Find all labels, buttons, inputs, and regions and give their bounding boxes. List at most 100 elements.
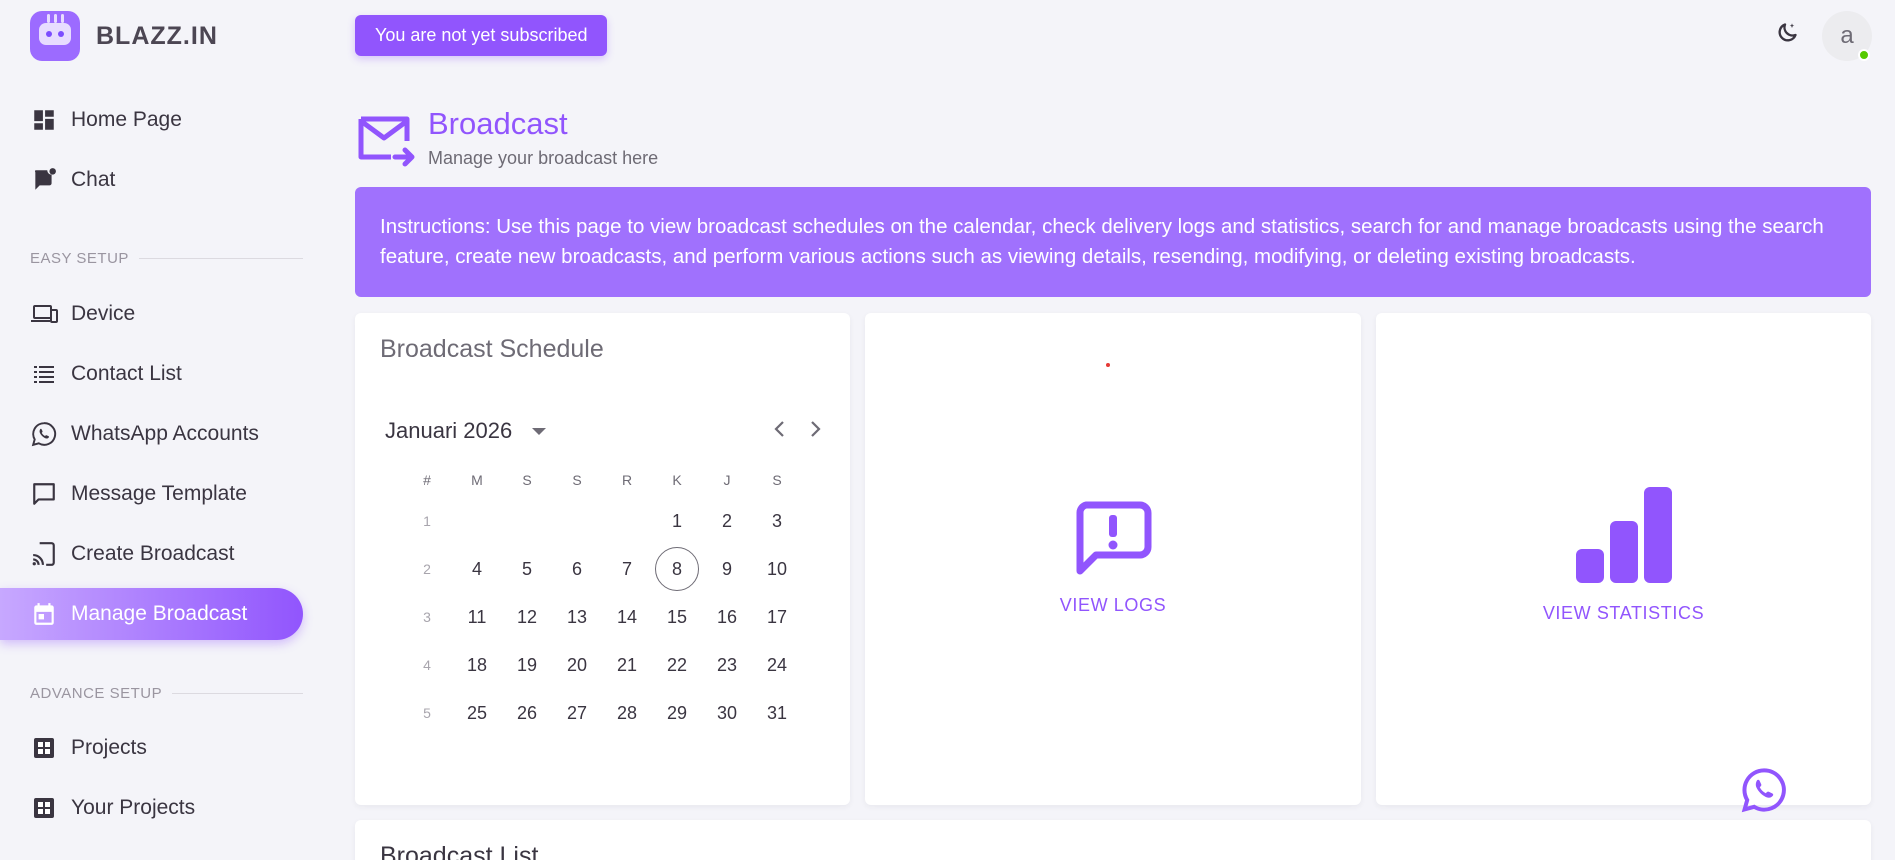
next-month-button[interactable] — [803, 417, 827, 441]
sidebar-item-label: Message Template — [71, 482, 247, 505]
weekday-header: R — [621, 472, 633, 488]
sidebar: BLAZZ.IN Home Page Chat EASY SETUP Devic… — [0, 0, 310, 860]
weekday-header: S — [522, 472, 532, 488]
calendar-day-label: 7 — [621, 558, 632, 579]
calendar-day[interactable]: 23 — [702, 655, 752, 676]
calendar-day[interactable]: 16 — [702, 607, 752, 628]
section-easy-setup: EASY SETUP — [30, 250, 303, 267]
calendar-day-label: 29 — [666, 702, 688, 723]
calendar-day-label: 13 — [566, 606, 588, 627]
calendar-day[interactable]: 17 — [752, 607, 802, 628]
calendar-day[interactable]: 12 — [502, 607, 552, 628]
sidebar-item-manage-broadcast[interactable]: Manage Broadcast — [0, 588, 303, 640]
theme-toggle-button[interactable] — [1770, 20, 1800, 50]
page-title: Broadcast — [428, 106, 568, 141]
sidebar-item-create-broadcast[interactable]: Create Broadcast — [0, 528, 303, 580]
calendar-week-row: 4 18 19 20 21 22 23 24 — [402, 641, 802, 689]
calendar-day[interactable]: 22 — [652, 655, 702, 676]
chevron-right-icon — [811, 421, 821, 437]
calendar-day[interactable]: 24 — [752, 655, 802, 676]
calendar-day-label: 23 — [716, 654, 738, 675]
calendar-week-row: 2 4 5 6 7 8 9 10 — [402, 545, 802, 593]
view-statistics-label: VIEW STATISTICS — [1542, 603, 1705, 623]
view-logs-label: VIEW LOGS — [1059, 595, 1167, 615]
week-number: 5 — [423, 705, 431, 721]
calendar-day-today[interactable]: 8 — [652, 547, 702, 591]
calendar-day-label: 1 — [671, 510, 682, 531]
sidebar-item-device[interactable]: Device — [0, 288, 303, 340]
calendar-day[interactable]: 6 — [552, 559, 602, 580]
instructions-banner: Instructions: Use this page to view broa… — [355, 187, 1871, 297]
view-logs-card[interactable]: VIEW LOGS — [865, 313, 1361, 805]
bar-chart-icon — [1575, 487, 1672, 583]
calendar-day-label: 16 — [716, 606, 738, 627]
sidebar-item-label: Chat — [71, 168, 116, 191]
calendar-day-label: 15 — [666, 606, 688, 627]
calendar-day[interactable]: 3 — [752, 511, 802, 532]
calendar-day-label: 27 — [566, 702, 588, 723]
week-number: 2 — [423, 561, 431, 577]
page-subtitle: Manage your broadcast here — [428, 148, 659, 168]
subscription-notice[interactable]: You are not yet subscribed — [355, 15, 608, 56]
calendar-day[interactable]: 21 — [602, 655, 652, 676]
calendar-week-row: 5 25 26 27 28 29 30 31 — [402, 689, 802, 737]
sidebar-item-message-template[interactable]: Message Template — [0, 468, 303, 520]
calendar-day[interactable]: 15 — [652, 607, 702, 628]
view-statistics-card[interactable]: VIEW STATISTICS — [1376, 313, 1871, 805]
indicator-dot — [1106, 363, 1110, 367]
calendar-day[interactable]: 4 — [452, 559, 502, 580]
sidebar-item-home[interactable]: Home Page — [0, 94, 303, 146]
calendar-day[interactable]: 13 — [552, 607, 602, 628]
calendar-day[interactable]: 11 — [452, 607, 502, 628]
month-select[interactable]: Januari 2026 — [385, 418, 547, 444]
view-statistics-button[interactable]: VIEW STATISTICS — [1376, 485, 1871, 624]
whatsapp-icon — [30, 420, 58, 448]
calendar-day[interactable]: 30 — [702, 703, 752, 724]
weekday-header: S — [572, 472, 582, 488]
calendar-day[interactable]: 5 — [502, 559, 552, 580]
sidebar-item-projects[interactable]: Projects — [0, 722, 303, 774]
calendar-day-label: 9 — [721, 558, 732, 579]
sidebar-item-your-projects[interactable]: Your Projects — [0, 782, 303, 834]
grid-icon — [30, 794, 58, 822]
app-logo[interactable]: BLAZZ.IN — [30, 11, 218, 61]
whatsapp-float-button[interactable] — [1740, 766, 1788, 814]
calendar-day[interactable]: 7 — [602, 559, 652, 580]
weekday-header: S — [772, 472, 782, 488]
sidebar-item-chat[interactable]: Chat — [0, 154, 303, 206]
calendar-day[interactable]: 27 — [552, 703, 602, 724]
weekday-header: K — [672, 472, 682, 488]
sidebar-item-contact-list[interactable]: Contact List — [0, 348, 303, 400]
email-send-icon — [357, 115, 415, 167]
view-logs-button[interactable]: VIEW LOGS — [865, 501, 1361, 616]
whatsapp-icon — [1741, 768, 1786, 813]
calendar-day[interactable]: 2 — [702, 511, 752, 532]
list-icon — [30, 360, 58, 388]
calendar-day[interactable]: 19 — [502, 655, 552, 676]
sidebar-item-label: Home Page — [71, 108, 182, 131]
calendar-day[interactable]: 28 — [602, 703, 652, 724]
caret-down-icon — [532, 427, 547, 435]
calendar-day[interactable]: 20 — [552, 655, 602, 676]
calendar-day[interactable]: 14 — [602, 607, 652, 628]
calendar-day[interactable]: 1 — [652, 511, 702, 532]
calendar-day[interactable]: 26 — [502, 703, 552, 724]
calendar-day[interactable]: 29 — [652, 703, 702, 724]
broadcast-list-card: Broadcast List — [355, 820, 1871, 860]
calendar-day-label: 31 — [766, 702, 788, 723]
calendar-day[interactable]: 10 — [752, 559, 802, 580]
prev-month-button[interactable] — [768, 417, 792, 441]
calendar-day-label: 11 — [467, 606, 487, 627]
app-name: BLAZZ.IN — [96, 21, 218, 50]
calendar-day[interactable]: 25 — [452, 703, 502, 724]
devices-icon — [30, 300, 58, 328]
calendar-day[interactable]: 9 — [702, 559, 752, 580]
calendar-day-label: 19 — [516, 654, 538, 675]
week-number: 1 — [423, 513, 431, 529]
calendar-day[interactable]: 31 — [752, 703, 802, 724]
sidebar-item-label: Projects — [71, 736, 147, 759]
calendar-day[interactable]: 18 — [452, 655, 502, 676]
calendar-day-label: 5 — [521, 558, 532, 579]
week-number: 4 — [423, 657, 431, 673]
sidebar-item-whatsapp-accounts[interactable]: WhatsApp Accounts — [0, 408, 303, 460]
